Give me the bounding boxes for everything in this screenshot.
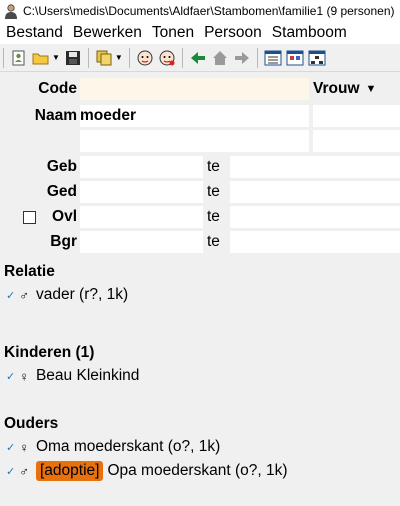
toolbar-separator xyxy=(3,47,4,68)
check-icon: ✓ xyxy=(6,441,16,454)
toolbar-separator xyxy=(128,47,130,68)
naam-input[interactable]: moeder xyxy=(80,105,309,127)
gender-select[interactable]: Vrouw ▼ xyxy=(312,78,400,100)
menu-bewerken[interactable]: Bewerken xyxy=(73,24,142,42)
arrow-left-icon[interactable] xyxy=(188,48,208,68)
save-icon[interactable] xyxy=(63,48,83,68)
geb-date-input[interactable] xyxy=(80,156,203,178)
chevron-down-icon: ▼ xyxy=(365,83,377,95)
relation-name: vader (r?, 1k) xyxy=(35,286,129,303)
open-folder-icon[interactable] xyxy=(31,48,51,68)
add-person-icon[interactable] xyxy=(9,48,29,68)
menu-persoon[interactable]: Persoon xyxy=(204,24,262,42)
view-list-icon[interactable] xyxy=(263,48,283,68)
ovl-date-input[interactable] xyxy=(80,206,203,228)
ovl-checkbox[interactable] xyxy=(23,211,36,224)
check-icon: ✓ xyxy=(6,289,16,302)
toolbar-separator xyxy=(256,47,258,68)
female-icon: ♀ xyxy=(19,439,29,455)
copy-icon[interactable] xyxy=(94,48,114,68)
geb-te-label: te xyxy=(207,158,220,175)
ged-label: Ged xyxy=(46,183,77,200)
menu-bestand[interactable]: Bestand xyxy=(6,24,63,42)
menu-tonen[interactable]: Tonen xyxy=(152,24,194,42)
bgr-label: Bgr xyxy=(50,233,77,250)
list-item[interactable]: ✓ ♂ [adoptie] Opa moederskant (o?, 1k) xyxy=(6,461,288,481)
chevron-down-icon[interactable]: ▼ xyxy=(52,53,60,62)
view-tree-icon[interactable] xyxy=(307,48,327,68)
child-name: Beau Kleinkind xyxy=(35,367,140,384)
geb-place-input[interactable] xyxy=(230,156,400,178)
menu-stamboom[interactable]: Stamboom xyxy=(272,24,347,42)
person-icon xyxy=(3,3,19,19)
parent-name: Opa moederskant (o?, 1k) xyxy=(107,462,288,479)
relatie-heading: Relatie xyxy=(4,263,55,280)
naam-label: Naam xyxy=(34,107,77,124)
male-icon: ♂ xyxy=(19,287,29,303)
person-panel: Code Vrouw ▼ Naam moeder Geb te Ged te O… xyxy=(0,72,400,506)
chevron-down-icon[interactable]: ▼ xyxy=(115,53,123,62)
gender-value: Vrouw xyxy=(313,80,360,97)
geb-label: Geb xyxy=(46,158,77,175)
female-icon: ♀ xyxy=(19,368,29,384)
adoption-badge: [adoptie] xyxy=(35,461,104,481)
ouders-heading: Ouders xyxy=(4,415,59,432)
arrow-right-icon[interactable] xyxy=(232,48,252,68)
naam-second-extra-field[interactable] xyxy=(313,130,400,152)
woman-face-icon[interactable] xyxy=(157,48,177,68)
list-item[interactable]: ✓ ♀ Beau Kleinkind xyxy=(6,367,139,385)
toolbar-separator xyxy=(181,47,183,68)
male-icon: ♂ xyxy=(19,463,29,479)
title-bar: C:\Users\medis\Documents\Aldfaer\Stambom… xyxy=(0,0,400,22)
ovl-label: Ovl xyxy=(52,208,77,225)
home-icon[interactable] xyxy=(210,48,230,68)
naam-second-field[interactable] xyxy=(80,130,309,152)
code-label: Code xyxy=(38,80,77,97)
toolbar-separator xyxy=(87,47,89,68)
kinderen-heading: Kinderen (1) xyxy=(4,344,95,361)
naam-extra-field[interactable] xyxy=(313,105,400,127)
ged-place-input[interactable] xyxy=(230,181,400,203)
window-title: C:\Users\medis\Documents\Aldfaer\Stambom… xyxy=(23,4,395,18)
check-icon: ✓ xyxy=(6,465,16,478)
bgr-place-input[interactable] xyxy=(230,231,400,253)
ovl-te-label: te xyxy=(207,208,220,225)
toolbar: ▼ ▼ xyxy=(0,44,400,72)
bgr-date-input[interactable] xyxy=(80,231,203,253)
view-card-icon[interactable] xyxy=(285,48,305,68)
list-item[interactable]: ✓ ♂ vader (r?, 1k) xyxy=(6,286,128,304)
menu-bar: Bestand Bewerken Tonen Persoon Stamboom xyxy=(0,22,400,44)
ged-date-input[interactable] xyxy=(80,181,203,203)
list-item[interactable]: ✓ ♀ Oma moederskant (o?, 1k) xyxy=(6,438,220,456)
bgr-te-label: te xyxy=(207,233,220,250)
ged-te-label: te xyxy=(207,183,220,200)
code-input[interactable] xyxy=(80,78,309,100)
ovl-place-input[interactable] xyxy=(230,206,400,228)
check-icon: ✓ xyxy=(6,370,16,383)
man-face-icon[interactable] xyxy=(135,48,155,68)
parent-name: Oma moederskant (o?, 1k) xyxy=(35,438,221,455)
